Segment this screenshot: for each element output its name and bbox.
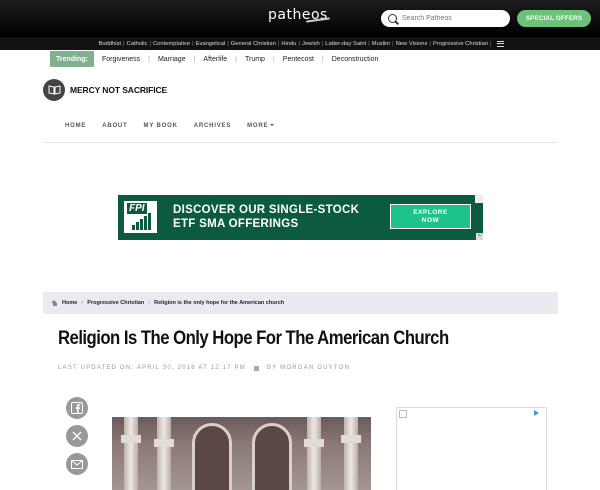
- ad-choices-icon[interactable]: [475, 195, 483, 203]
- category-muslim[interactable]: Muslim: [370, 41, 392, 47]
- image-arch: [192, 423, 232, 490]
- category-nav: Buddhist | Catholic | Contemplative | Evang…: [0, 37, 600, 50]
- image-capital: [121, 435, 141, 443]
- caret-down-icon: [270, 124, 275, 127]
- calendar-icon: [254, 365, 259, 371]
- ad-bars-icon: [132, 213, 152, 230]
- sidebar-ad[interactable]: [396, 407, 547, 490]
- category-buddhist[interactable]: Buddhist: [96, 41, 123, 47]
- image-arch: [252, 423, 292, 490]
- mail-icon: [71, 459, 83, 469]
- category-progressive-christian[interactable]: Progressive Christian: [431, 41, 490, 47]
- blog-nav-archives[interactable]: ARCHIVES: [194, 123, 231, 129]
- trending-item-deconstruction[interactable]: Deconstruction: [324, 56, 387, 63]
- category-catholic[interactable]: Catholic: [125, 41, 150, 47]
- search-box[interactable]: [381, 10, 510, 27]
- broken-image-icon: [399, 410, 407, 418]
- share-x-button[interactable]: [66, 425, 88, 447]
- image-capital: [154, 439, 174, 447]
- article-updated: LAST UPDATED ON: APRIL 30, 2016 AT 12:17…: [58, 365, 246, 371]
- ad-banner[interactable]: FPI DISCOVER OUR SINGLE-STOCK ETF SMA OF…: [118, 195, 483, 240]
- blog-nav: HOME ABOUT MY BOOK ARCHIVES MORE: [65, 123, 290, 129]
- category-general-christian[interactable]: General Christian: [229, 41, 278, 47]
- blog-nav-more[interactable]: MORE: [247, 123, 275, 129]
- share-mail-button[interactable]: [66, 453, 88, 475]
- image-column: [344, 417, 358, 490]
- blog-nav-my-book[interactable]: MY BOOK: [144, 123, 178, 129]
- ad-cta-line1: EXPLORE: [413, 209, 448, 216]
- special-offers-button[interactable]: SPECIAL OFFERS: [517, 10, 591, 27]
- blog-brand[interactable]: MERCY NOT SACRIFICE: [43, 79, 167, 101]
- trending-list: Forgiveness | Marriage | Afterlife | Trump |…: [94, 51, 386, 67]
- blog-title: MERCY NOT SACRIFICE: [70, 85, 168, 95]
- book-icon: [43, 79, 65, 101]
- image-column: [307, 417, 321, 490]
- home-icon: [51, 300, 58, 306]
- blog-nav-home[interactable]: HOME: [65, 123, 86, 129]
- image-capital: [341, 435, 361, 443]
- category-contemplative[interactable]: Contemplative: [151, 41, 192, 47]
- trending-item-forgiveness[interactable]: Forgiveness: [94, 56, 148, 63]
- breadcrumb-category[interactable]: Progressive Christian: [87, 300, 144, 306]
- image-capital: [304, 439, 324, 447]
- breadcrumb-current: Religion is the only hope for the Americ…: [154, 300, 285, 306]
- category-latter-day-saint[interactable]: Latter-day Saint: [323, 41, 368, 47]
- ad-cta-line2: NOW: [421, 217, 440, 224]
- category-jewish[interactable]: Jewish: [300, 41, 322, 47]
- trending-label: Trending:: [50, 51, 94, 67]
- blog-nav-about[interactable]: ABOUT: [102, 123, 127, 129]
- search-icon[interactable]: [388, 14, 397, 23]
- category-evangelical[interactable]: Evangelical: [194, 41, 228, 47]
- article-meta: LAST UPDATED ON: APRIL 30, 2016 AT 12:17…: [58, 365, 350, 371]
- x-icon: [72, 431, 82, 441]
- breadcrumb: Home › Progressive Christian › Religion …: [43, 292, 558, 314]
- ad-choices-icon[interactable]: [534, 410, 539, 416]
- nav-divider: [43, 142, 558, 143]
- breadcrumb-home[interactable]: Home: [62, 300, 77, 306]
- ad-headline-line1: DISCOVER OUR SINGLE-STOCK: [173, 204, 360, 216]
- facebook-icon: [71, 402, 83, 414]
- image-column: [157, 417, 171, 490]
- category-new-visions[interactable]: New Visions: [394, 41, 430, 47]
- top-bar: patheos SPECIAL OFFERS: [0, 0, 600, 37]
- image-column: [124, 417, 138, 490]
- article-title: Religion Is The Only Hope For The Americ…: [58, 328, 449, 349]
- trending-item-marriage[interactable]: Marriage: [150, 56, 194, 63]
- article-image: [112, 417, 371, 490]
- ad-headline-line2: ETF SMA OFFERINGS: [173, 218, 299, 230]
- ad-explore-button[interactable]: EXPLORE NOW: [390, 204, 471, 229]
- chevron-right-icon: ›: [148, 300, 151, 306]
- category-hindu[interactable]: Hindu: [279, 41, 298, 47]
- share-facebook-button[interactable]: [66, 397, 88, 419]
- chevron-right-icon: ›: [81, 300, 84, 306]
- search-input[interactable]: [402, 15, 502, 22]
- category-separator: |: [490, 40, 492, 47]
- blog-nav-more-label: MORE: [247, 123, 269, 129]
- menu-icon[interactable]: [496, 40, 504, 47]
- trending-item-afterlife[interactable]: Afterlife: [195, 56, 235, 63]
- ad-headline: DISCOVER OUR SINGLE-STOCK ETF SMA OFFERI…: [173, 203, 359, 231]
- article-byline[interactable]: BY MORGAN GUYTON: [267, 365, 350, 371]
- trending-item-pentecost[interactable]: Pentecost: [275, 56, 322, 63]
- ad-logo: FPI: [124, 201, 157, 233]
- ad-close-icon[interactable]: ×: [476, 233, 483, 240]
- trending-item-trump[interactable]: Trump: [237, 56, 273, 63]
